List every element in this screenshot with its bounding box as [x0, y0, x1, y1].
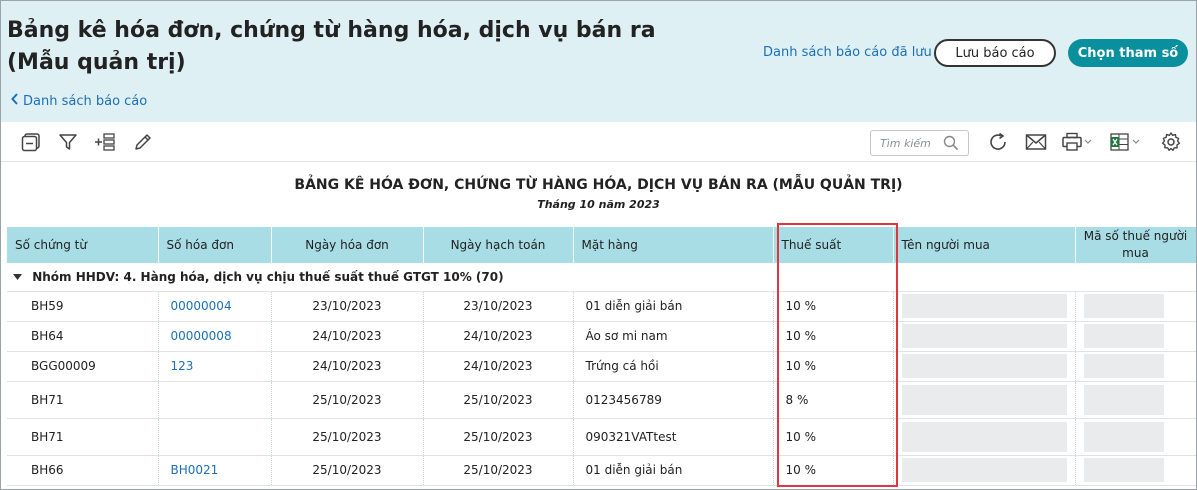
- table-row[interactable]: BH66 BH0021 25/10/2023 25/10/2023 01 diễ…: [7, 455, 1196, 486]
- table-row[interactable]: BH71 25/10/2023 25/10/2023 0123456789 8 …: [7, 381, 1196, 419]
- group-label: Nhóm HHDV: 4. Hàng hóa, dịch vụ chịu thu…: [32, 269, 504, 284]
- cell-so-hoa-don-link[interactable]: 00000008: [158, 321, 272, 352]
- cell-ten-nguoi-mua-blurred: [893, 291, 1076, 322]
- cell-mat-hang: Trứng cá hồi: [573, 351, 774, 382]
- cell-ten-nguoi-mua-blurred: [893, 321, 1076, 352]
- report-subtitle: Tháng 10 năm 2023: [537, 198, 660, 211]
- cell-mat-hang: 01 diễn giải bán: [573, 291, 774, 322]
- page-header: Bảng kê hóa đơn, chứng từ hàng hóa, dịch…: [1, 1, 1196, 122]
- cell-so-chung-tu: BGG00009: [7, 351, 159, 382]
- table-row[interactable]: BH71 25/10/2023 25/10/2023 090321VATtest…: [7, 418, 1196, 456]
- cell-thue-suat: 8 %: [773, 381, 894, 419]
- cell-ngay-hoa-don: 25/10/2023: [271, 455, 424, 486]
- cell-ma-so-thue-blurred: [1075, 455, 1196, 486]
- search-input[interactable]: [880, 136, 942, 150]
- back-to-reports-link[interactable]: Danh sách báo cáo: [11, 93, 147, 109]
- cell-so-hoa-don-link[interactable]: [158, 381, 272, 419]
- table-header-row: Số chứng từ Số hóa đơn Ngày hóa đơn Ngày…: [7, 227, 1196, 263]
- cell-ngay-hach-toan: 24/10/2023: [423, 351, 574, 382]
- table-row[interactable]: BH59 00000004 23/10/2023 23/10/2023 01 d…: [7, 291, 1196, 322]
- table-row[interactable]: BH64 00000008 24/10/2023 24/10/2023 Áo s…: [7, 321, 1196, 352]
- choose-params-button[interactable]: Chọn tham số: [1068, 39, 1188, 67]
- print-icon[interactable]: [1062, 131, 1094, 153]
- cell-thue-suat: 10 %: [773, 418, 894, 456]
- page-title-line2: (Mẫu quản trị): [7, 50, 186, 75]
- gear-icon[interactable]: [1160, 131, 1182, 153]
- mail-icon[interactable]: [1025, 131, 1047, 153]
- col-header-mat-hang[interactable]: Mặt hàng: [573, 227, 774, 263]
- page-title-line1: Bảng kê hóa đơn, chứng từ hàng hóa, dịch…: [7, 18, 656, 43]
- search-icon[interactable]: [943, 135, 959, 155]
- cell-ngay-hoa-don: 24/10/2023: [271, 351, 424, 382]
- save-report-button[interactable]: Lưu báo cáo: [934, 39, 1056, 67]
- filter-icon[interactable]: [57, 131, 79, 153]
- cell-ma-so-thue-blurred: [1075, 351, 1196, 382]
- cell-ngay-hach-toan: 23/10/2023: [423, 291, 574, 322]
- col-header-ngay-hoa-don[interactable]: Ngày hóa đơn: [271, 227, 424, 263]
- cell-ma-so-thue-blurred: [1075, 381, 1196, 419]
- report-table: Số chứng từ Số hóa đơn Ngày hóa đơn Ngày…: [7, 227, 1196, 486]
- search-box[interactable]: [870, 130, 969, 156]
- col-header-ten-nguoi-mua[interactable]: Tên người mua: [893, 227, 1076, 263]
- cell-so-chung-tu: BH64: [7, 321, 159, 352]
- cell-ngay-hach-toan: 24/10/2023: [423, 321, 574, 352]
- app-window: Bảng kê hóa đơn, chứng từ hàng hóa, dịch…: [0, 0, 1197, 490]
- cell-ngay-hach-toan: 25/10/2023: [423, 418, 574, 456]
- cell-so-hoa-don-link[interactable]: 123: [158, 351, 272, 382]
- excel-icon[interactable]: [1110, 131, 1142, 153]
- saved-reports-link[interactable]: Danh sách báo cáo đã lưu: [763, 45, 932, 60]
- cell-ngay-hoa-don: 23/10/2023: [271, 291, 424, 322]
- group-row[interactable]: Nhóm HHDV: 4. Hàng hóa, dịch vụ chịu thu…: [7, 263, 1196, 292]
- cell-so-chung-tu: BH71: [7, 418, 159, 456]
- cell-mat-hang: 01 diễn giải bán: [573, 455, 774, 486]
- col-header-ma-so-thue[interactable]: Mã số thuế người mua: [1075, 227, 1196, 263]
- cell-mat-hang: 090321VATtest: [573, 418, 774, 456]
- caret-down-icon[interactable]: [13, 270, 22, 284]
- table-row[interactable]: BGG00009 123 24/10/2023 24/10/2023 Trứng…: [7, 351, 1196, 382]
- cell-mat-hang: Áo sơ mi nam: [573, 321, 774, 352]
- toolbar: [1, 122, 1196, 162]
- col-header-ngay-hach-toan[interactable]: Ngày hạch toán: [423, 227, 574, 263]
- back-link-label: Danh sách báo cáo: [23, 93, 148, 109]
- cell-thue-suat: 10 %: [773, 351, 894, 382]
- cell-ma-so-thue-blurred: [1075, 321, 1196, 352]
- cell-thue-suat: 10 %: [773, 455, 894, 486]
- cell-ngay-hach-toan: 25/10/2023: [423, 455, 574, 486]
- report-title: BẢNG KÊ HÓA ĐƠN, CHỨNG TỪ HÀNG HÓA, DỊCH…: [294, 177, 903, 193]
- cell-ngay-hach-toan: 25/10/2023: [423, 381, 574, 419]
- col-header-so-hoa-don[interactable]: Số hóa đơn: [158, 227, 272, 263]
- cell-so-chung-tu: BH59: [7, 291, 159, 322]
- edit-icon[interactable]: [132, 131, 154, 153]
- cell-mat-hang: 0123456789: [573, 381, 774, 419]
- cell-so-chung-tu: BH71: [7, 381, 159, 419]
- page-title: Bảng kê hóa đơn, chứng từ hàng hóa, dịch…: [7, 15, 667, 79]
- cell-ten-nguoi-mua-blurred: [893, 351, 1076, 382]
- collapse-icon[interactable]: [20, 131, 42, 153]
- add-row-icon[interactable]: [94, 131, 116, 153]
- cell-ma-so-thue-blurred: [1075, 418, 1196, 456]
- cell-ten-nguoi-mua-blurred: [893, 455, 1076, 486]
- chevron-left-icon: [11, 93, 19, 109]
- cell-so-chung-tu: BH66: [7, 455, 159, 486]
- cell-ten-nguoi-mua-blurred: [893, 381, 1076, 419]
- cell-thue-suat: 10 %: [773, 291, 894, 322]
- cell-ten-nguoi-mua-blurred: [893, 418, 1076, 456]
- cell-so-hoa-don-link[interactable]: BH0021: [158, 455, 272, 486]
- cell-ngay-hoa-don: 25/10/2023: [271, 381, 424, 419]
- cell-ngay-hoa-don: 25/10/2023: [271, 418, 424, 456]
- refresh-icon[interactable]: [987, 131, 1009, 153]
- cell-so-hoa-don-link[interactable]: 00000004: [158, 291, 272, 322]
- cell-ngay-hoa-don: 24/10/2023: [271, 321, 424, 352]
- col-header-so-chung-tu[interactable]: Số chứng từ: [7, 227, 159, 263]
- cell-ma-so-thue-blurred: [1075, 291, 1196, 322]
- cell-so-hoa-don-link[interactable]: [158, 418, 272, 456]
- col-header-thue-suat[interactable]: Thuế suất: [773, 227, 894, 263]
- cell-thue-suat: 10 %: [773, 321, 894, 352]
